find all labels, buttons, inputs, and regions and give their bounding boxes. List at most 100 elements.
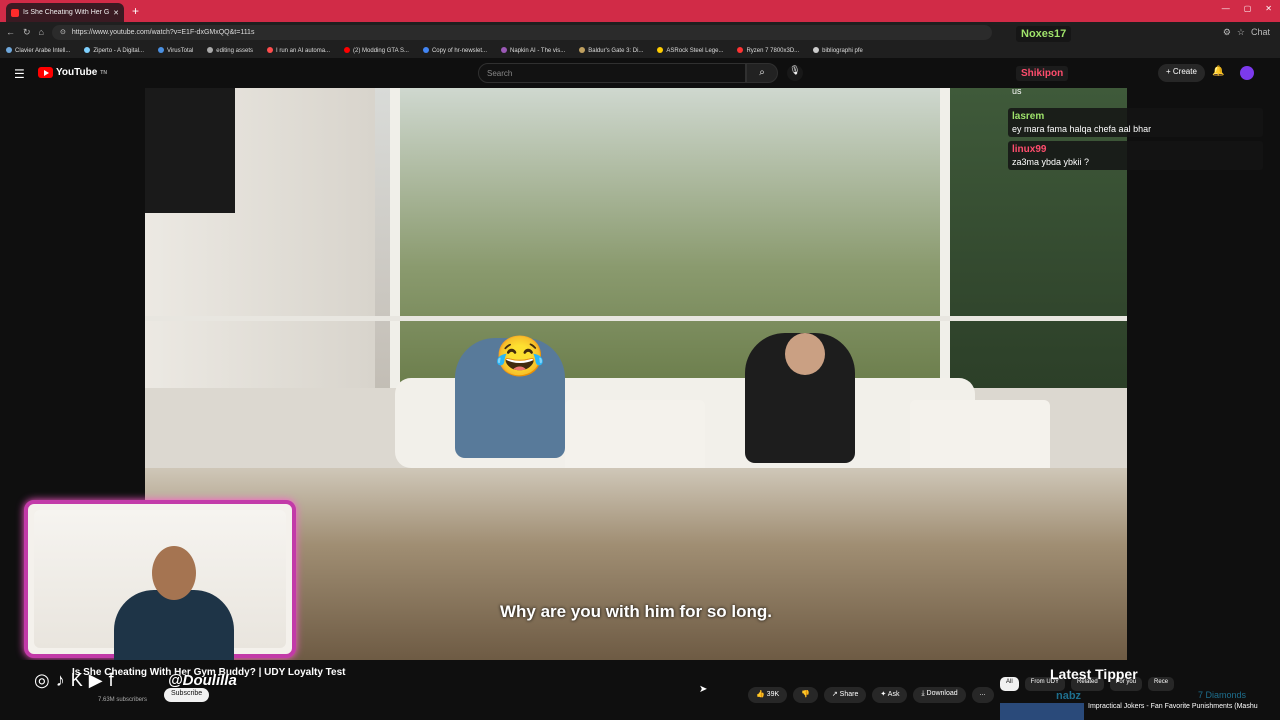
bookmark-item[interactable]: Copy of hr-newslet... <box>422 46 487 54</box>
search-input[interactable]: Search <box>478 63 746 83</box>
notifications-icon[interactable]: 🔔 <box>1212 66 1224 77</box>
chat-overlay: lasrem ey mara fama halqa chefa aal bhar… <box>1008 108 1263 174</box>
bookmark-label: Napkin AI - The vis... <box>510 47 566 54</box>
window-controls: — ▢ ✕ <box>1222 4 1272 13</box>
mouse-cursor-icon: ➤ <box>699 684 708 695</box>
tiktok-icon: ♪ <box>55 670 65 690</box>
search-icon[interactable]: ⌕ <box>746 63 778 83</box>
bookmark-label: Copy of hr-newslet... <box>431 47 487 54</box>
download-button[interactable]: ⤓ Download <box>913 687 966 703</box>
bookmark-favicon-icon <box>579 46 586 53</box>
create-button[interactable]: + Create <box>1158 64 1205 82</box>
maximize-icon[interactable]: ▢ <box>1244 4 1252 13</box>
bookmarks-bar: Clavier Arabe Intell... Ziperto - A Digit… <box>0 42 1280 58</box>
url-text: https://www.youtube.com/watch?v=E1F-dxGM… <box>71 28 255 36</box>
filter-chip[interactable]: All <box>1000 677 1019 691</box>
chat-top-username: Noxes17 <box>1016 26 1072 42</box>
video-scene-railing <box>145 316 1127 321</box>
browser-tab[interactable]: Is She Cheating With Her Gym ✕ <box>6 3 124 22</box>
chat-button[interactable]: Chat <box>1251 27 1270 37</box>
youtube-play-icon <box>38 67 53 78</box>
share-label: Share <box>839 691 859 698</box>
bookmark-favicon-icon <box>501 46 507 53</box>
bookmark-item[interactable]: editing assets <box>207 46 253 54</box>
kick-icon: K <box>70 670 83 690</box>
back-icon[interactable]: ← <box>6 27 15 37</box>
bookmark-favicon-icon <box>737 46 744 53</box>
bookmark-favicon-icon <box>344 46 351 53</box>
chat-first-text: us <box>1012 86 1022 96</box>
bookmark-item[interactable]: Clavier Arabe Intell... <box>6 46 71 54</box>
tipper-name: nabz <box>1056 690 1082 702</box>
site-info-icon[interactable]: ⊙ <box>60 28 66 36</box>
bookmark-label: Clavier Arabe Intell... <box>15 47 71 54</box>
instagram-icon: ◎ <box>34 670 50 690</box>
close-window-icon[interactable]: ✕ <box>1265 4 1272 13</box>
dislike-button[interactable]: 👎 <box>793 687 818 703</box>
address-bar-row: ← ↻ ⌂ ⊙ https://www.youtube.com/watch?v=… <box>0 22 1280 42</box>
logo-country: TN <box>100 69 107 76</box>
chat-second-username: Shikipon <box>1016 66 1069 81</box>
recommendation-thumbnail[interactable] <box>1000 703 1084 720</box>
bookmark-favicon-icon <box>207 46 214 53</box>
filter-chip[interactable]: Rece <box>1148 677 1175 691</box>
webcam-overlay <box>24 500 296 660</box>
more-actions-button[interactable]: ... <box>971 687 994 703</box>
bookmark-label: ASRock Steel Lege... <box>666 47 724 54</box>
bookmark-favicon-icon <box>657 46 664 53</box>
bookmark-favicon-icon <box>422 46 429 53</box>
bookmark-favicon-icon <box>267 46 273 53</box>
share-button[interactable]: ↗ Share <box>823 687 867 703</box>
video-person-head <box>785 333 825 375</box>
bookmark-star-icon[interactable]: ☆ <box>1237 27 1245 38</box>
facebook-icon: f <box>108 670 114 690</box>
chat-text: za3ma ybda ybkii ? <box>1012 157 1090 167</box>
bookmark-item[interactable]: (2) Modding GTA S... <box>344 46 409 54</box>
new-tab-button[interactable]: + <box>132 4 139 18</box>
laughing-emoji-icon: 😂 <box>495 335 545 379</box>
youtube-icon: ▶ <box>88 670 103 690</box>
logo-text: YouTube <box>56 67 98 78</box>
streamer-handle: @Doulilla <box>168 672 237 689</box>
like-button[interactable]: 👍 39K <box>748 687 788 703</box>
youtube-logo[interactable]: YouTube TN <box>38 67 107 78</box>
microphone-icon[interactable]: 🎙 <box>787 65 803 81</box>
bookmark-favicon-icon <box>6 46 12 53</box>
chat-message: linux99 za3ma ybda ybkii ? <box>1008 141 1263 170</box>
reload-icon[interactable]: ↻ <box>23 27 31 38</box>
video-actions: 👍 39K 👎 ↗ Share ✦ Ask ⤓ Download ... <box>748 687 994 703</box>
tab-title: Is She Cheating With Her Gym <box>23 9 110 16</box>
social-icons: ◎ ♪ K ▶ f <box>34 670 114 691</box>
video-scene-tv <box>145 88 235 213</box>
thumbs-down-icon: 👎 <box>801 691 810 698</box>
bookmark-item[interactable]: bibliographi pfe <box>813 46 863 54</box>
hamburger-menu-icon[interactable]: ☰ <box>14 67 25 81</box>
bookmark-label: (2) Modding GTA S... <box>353 47 409 54</box>
recommendation-title[interactable]: Impractical Jokers - Fan Favorite Punish… <box>1088 703 1258 710</box>
bookmark-item[interactable]: Napkin AI - The vis... <box>501 46 566 54</box>
subscribe-button[interactable]: Subscribe <box>164 688 210 702</box>
bookmark-item[interactable]: ASRock Steel Lege... <box>657 46 724 54</box>
bookmark-item[interactable]: I run an AI automa... <box>267 46 330 54</box>
extensions-icon[interactable]: ⚙ <box>1223 27 1231 38</box>
youtube-header: ☰ YouTube TN Search ⌕ 🎙 + Create 🔔 <box>0 58 1280 88</box>
chat-message: lasrem ey mara fama halqa chefa aal bhar <box>1008 108 1263 137</box>
avatar[interactable] <box>1240 66 1254 80</box>
home-icon[interactable]: ⌂ <box>39 27 44 37</box>
webcam-frame <box>34 510 286 660</box>
url-field[interactable]: ⊙ https://www.youtube.com/watch?v=E1F-dx… <box>51 24 992 40</box>
bookmark-favicon-icon <box>813 46 820 53</box>
minimize-icon[interactable]: — <box>1222 4 1230 13</box>
ask-button[interactable]: ✦ Ask <box>872 687 908 703</box>
chat-username: linux99 <box>1012 144 1047 155</box>
bookmark-label: Ryzen 7 7800x3D... <box>746 47 800 54</box>
bookmark-item[interactable]: VirusTotal <box>158 46 193 54</box>
bookmark-item[interactable]: Baldur's Gate 3: Di... <box>579 46 644 54</box>
create-label: Create <box>1172 67 1197 76</box>
like-count: 39K <box>766 691 780 698</box>
bookmark-item[interactable]: Ryzen 7 7800x3D... <box>737 46 800 54</box>
subscriber-count: 7.63M subscribers <box>98 697 148 703</box>
close-tab-icon[interactable]: ✕ <box>113 9 119 17</box>
bookmark-label: Baldur's Gate 3: Di... <box>588 47 644 54</box>
bookmark-item[interactable]: Ziperto - A Digital... <box>84 46 144 54</box>
